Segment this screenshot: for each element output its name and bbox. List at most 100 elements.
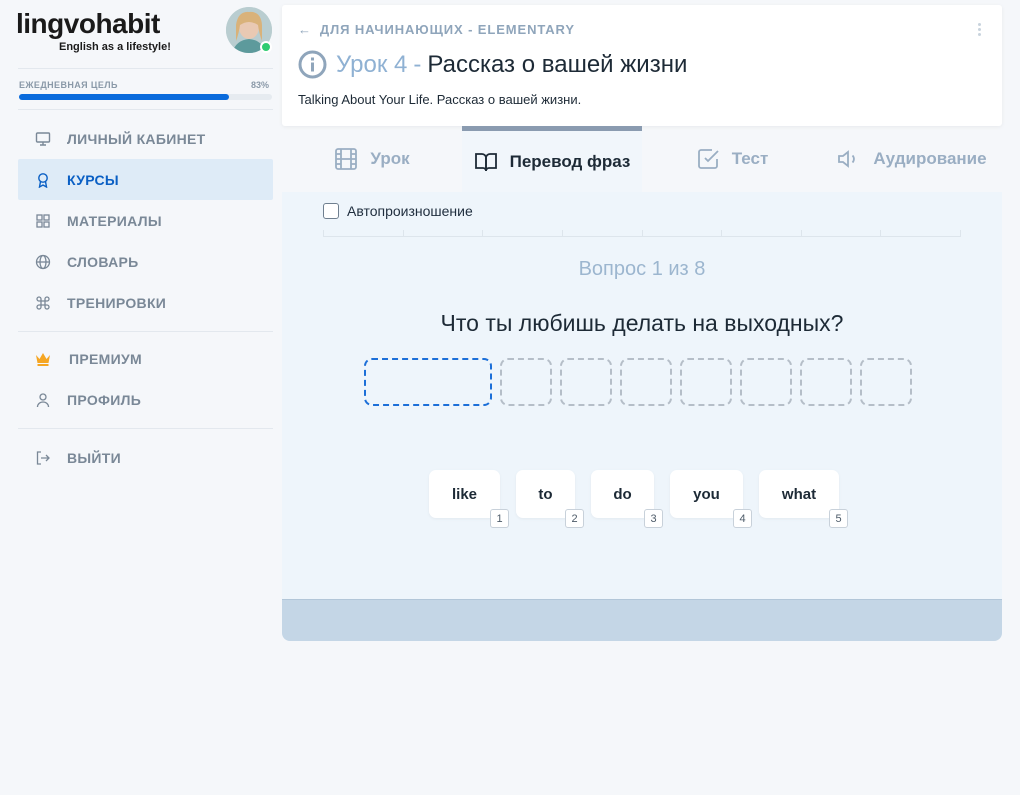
- progress-segment: [483, 230, 563, 236]
- tab-label: Аудирование: [873, 149, 987, 168]
- logo-tagline: English as a lifestyle!: [59, 41, 171, 53]
- lesson-header: ← ДЛЯ НАЧИНАЮЩИХ - ELEMENTARY Урок 4 - Р…: [282, 5, 1002, 126]
- page-title: Урок 4 - Рассказ о вашей жизни: [298, 50, 687, 79]
- grid-icon: [35, 213, 51, 229]
- lesson-subtitle: Talking About Your Life. Рассказ о вашей…: [298, 92, 582, 107]
- online-status-dot: [260, 41, 272, 53]
- divider: [18, 331, 273, 332]
- word-text: do: [613, 485, 632, 503]
- lesson-title: Рассказ о вашей жизни: [427, 50, 688, 78]
- lesson-tabs: Урок Перевод фраз Тест Аудирование: [282, 126, 1002, 192]
- progress-segment: [404, 230, 484, 236]
- progress-segment: [881, 230, 960, 236]
- answer-slot[interactable]: [620, 358, 672, 406]
- tab-label: Урок: [370, 149, 410, 168]
- sidebar-item-courses[interactable]: КУРСЫ: [18, 159, 273, 200]
- sidebar-item-label: ПРЕМИУМ: [69, 350, 142, 367]
- sidebar-item-premium[interactable]: ПРЕМИУМ: [18, 338, 273, 379]
- answer-slot[interactable]: [500, 358, 552, 406]
- tab-listening[interactable]: Аудирование: [822, 126, 1002, 192]
- exercise-panel: Автопроизношение Вопрос 1 из 8 Что ты лю…: [282, 192, 1002, 641]
- word-chip[interactable]: to 2: [516, 470, 584, 528]
- logout-icon: [35, 450, 51, 466]
- sidebar: lingvohabit English as a lifestyle! ЕЖЕД…: [0, 0, 282, 795]
- progress-segment: [324, 230, 404, 236]
- word-hotkey: 2: [565, 509, 584, 528]
- word-chip[interactable]: like 1: [429, 470, 509, 528]
- book-open-icon: [474, 150, 498, 174]
- question-text: Что ты любишь делать на выходных?: [440, 310, 844, 336]
- sidebar-item-label: ВЫЙТИ: [67, 449, 121, 466]
- tab-test[interactable]: Тест: [642, 126, 822, 192]
- autopronounce-label: Автопроизношение: [347, 203, 473, 219]
- daily-goal-label: ЕЖЕДНЕВНАЯ ЦЕЛЬ: [19, 80, 118, 90]
- sidebar-item-trainings[interactable]: ТРЕНИРОВКИ: [18, 282, 273, 323]
- logo-text: lingvohabit: [16, 8, 160, 39]
- title-separator: -: [413, 50, 422, 78]
- divider: [18, 68, 273, 69]
- sidebar-item-logout[interactable]: ВЫЙТИ: [18, 437, 273, 478]
- check-square-icon: [696, 147, 720, 171]
- sidebar-item-label: ЛИЧНЫЙ КАБИНЕТ: [67, 130, 206, 147]
- divider: [18, 428, 273, 429]
- more-options-icon[interactable]: [978, 23, 982, 38]
- back-arrow-icon: ←: [298, 22, 312, 37]
- sidebar-item-label: СЛОВАРЬ: [67, 253, 139, 270]
- autopronounce-checkbox[interactable]: [323, 203, 339, 219]
- answer-slot[interactable]: [860, 358, 912, 406]
- command-icon: [35, 295, 51, 311]
- question-progress: [323, 230, 961, 237]
- tab-phrase-translation[interactable]: Перевод фраз: [462, 126, 642, 192]
- daily-goal-progress-fill: [19, 94, 229, 100]
- question-counter: Вопрос 1 из 8: [578, 258, 706, 280]
- tab-lesson[interactable]: Урок: [282, 126, 462, 192]
- word-text: what: [781, 485, 817, 503]
- word-hotkey: 1: [490, 509, 509, 528]
- sidebar-item-profile[interactable]: ПРОФИЛЬ: [18, 379, 273, 420]
- answer-slot[interactable]: [364, 358, 492, 406]
- answer-slot[interactable]: [740, 358, 792, 406]
- logo[interactable]: lingvohabit English as a lifestyle!: [16, 8, 171, 53]
- lesson-number: Урок 4: [336, 50, 408, 78]
- divider: [18, 109, 273, 110]
- autopronounce-toggle[interactable]: Автопроизношение: [323, 203, 473, 219]
- tab-label: Перевод фраз: [509, 151, 631, 171]
- sidebar-item-label: ТРЕНИРОВКИ: [67, 294, 167, 311]
- breadcrumb-label: ДЛЯ НАЧИНАЮЩИХ - ELEMENTARY: [319, 22, 575, 37]
- word-hotkey: 5: [829, 509, 848, 528]
- word-chip[interactable]: you 4: [670, 470, 752, 528]
- crown-icon: [35, 351, 51, 367]
- volume-icon: [837, 147, 861, 171]
- word-text: you: [693, 485, 720, 503]
- exercise-footer: [282, 599, 1002, 641]
- award-icon: [35, 172, 51, 188]
- sidebar-item-label: ПРОФИЛЬ: [67, 391, 142, 408]
- user-icon: [35, 392, 51, 408]
- sidebar-item-dictionary[interactable]: СЛОВАРЬ: [18, 241, 273, 282]
- breadcrumb[interactable]: ← ДЛЯ НАЧИНАЮЩИХ - ELEMENTARY: [298, 22, 575, 37]
- word-text: to: [538, 485, 553, 503]
- film-icon: [334, 147, 358, 171]
- globe-icon: [35, 254, 51, 270]
- sidebar-item-cabinet[interactable]: ЛИЧНЫЙ КАБИНЕТ: [18, 118, 273, 159]
- sidebar-item-label: МАТЕРИАЛЫ: [67, 212, 162, 229]
- progress-segment: [722, 230, 802, 236]
- sidebar-item-label: КУРСЫ: [67, 171, 119, 188]
- info-icon[interactable]: [298, 50, 327, 79]
- tab-label: Тест: [731, 149, 769, 168]
- word-hotkey: 4: [733, 509, 752, 528]
- answer-slot[interactable]: [800, 358, 852, 406]
- answer-slot[interactable]: [680, 358, 732, 406]
- word-chip[interactable]: do 3: [591, 470, 663, 528]
- monitor-icon: [35, 131, 51, 147]
- sidebar-item-materials[interactable]: МАТЕРИАЛЫ: [18, 200, 273, 241]
- progress-segment: [643, 230, 723, 236]
- word-hotkey: 3: [644, 509, 663, 528]
- answer-slot[interactable]: [560, 358, 612, 406]
- word-text: like: [451, 485, 478, 503]
- progress-segment: [802, 230, 882, 236]
- progress-segment: [563, 230, 643, 236]
- daily-goal-percent: 83%: [251, 80, 270, 90]
- word-chip[interactable]: what 5: [759, 470, 848, 528]
- daily-goal-progress: [19, 94, 272, 100]
